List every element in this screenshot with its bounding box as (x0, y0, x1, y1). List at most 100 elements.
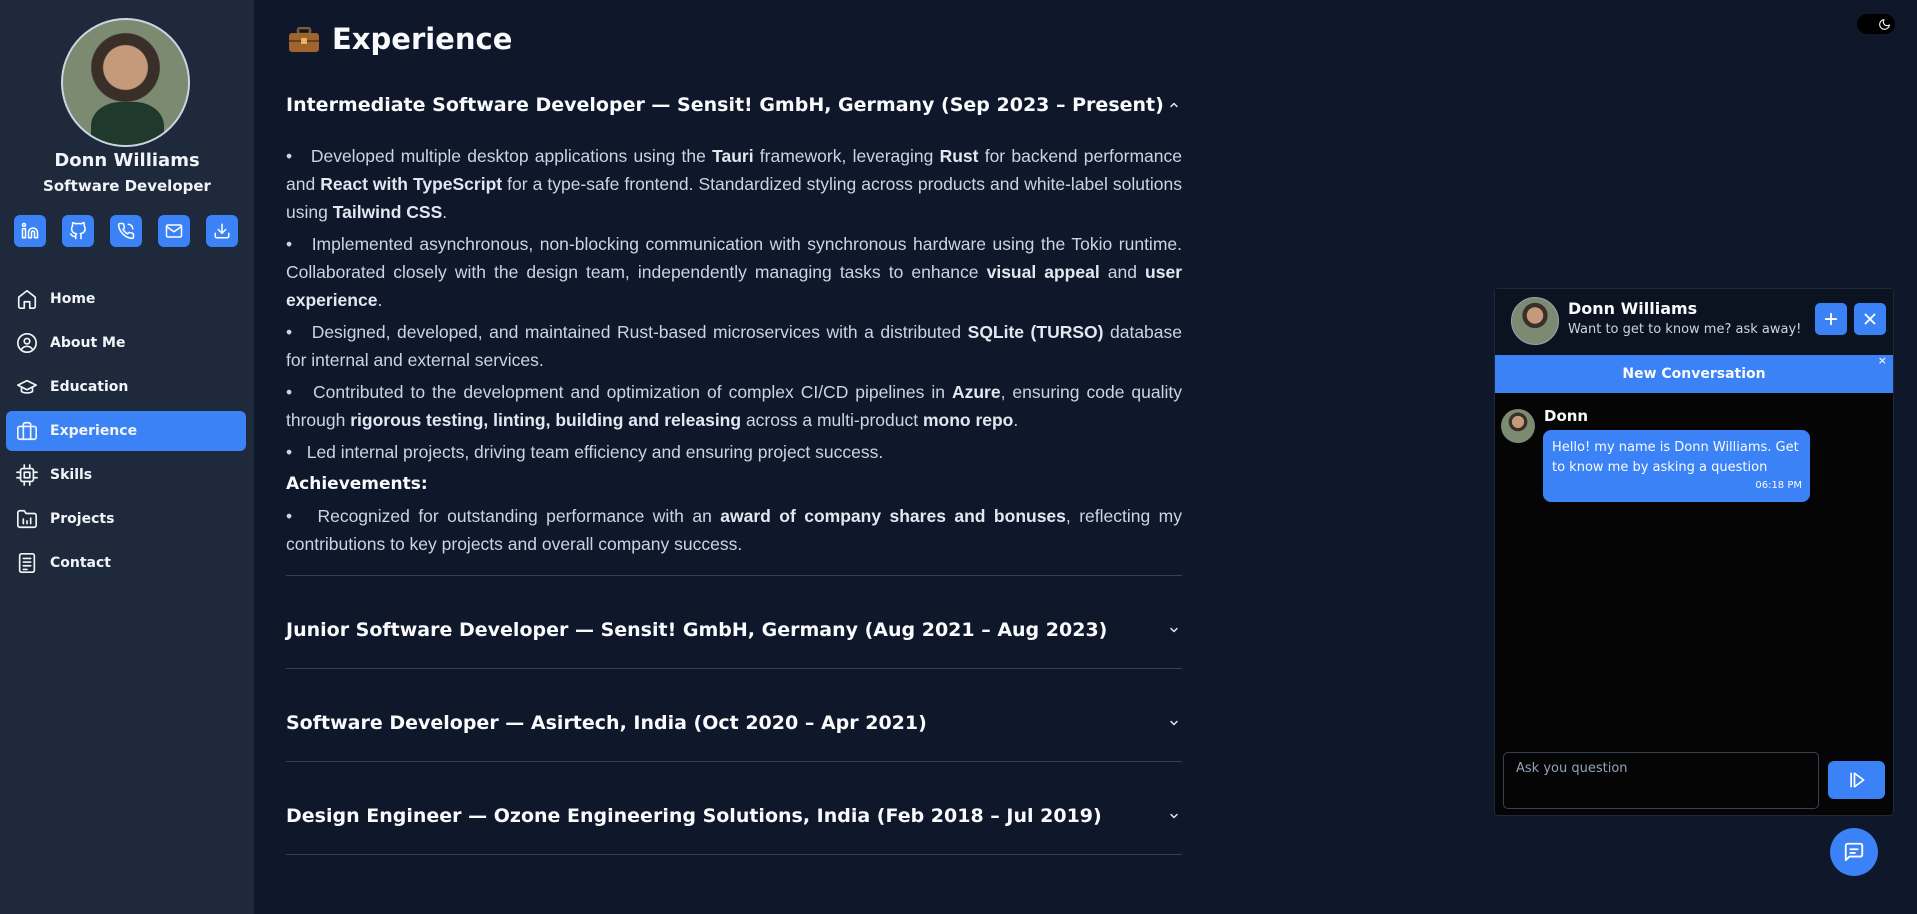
sidebar-nav: Home About Me Education Experience Skill… (6, 279, 246, 587)
sidebar-item-home[interactable]: Home (6, 279, 246, 319)
sidebar-item-label: Contact (50, 555, 111, 571)
highlight-text: SQLite (TURSO) (967, 322, 1104, 342)
page-title-text: Experience (332, 22, 513, 56)
linkedin-button[interactable] (14, 215, 46, 247)
experience-bullets: • Developed multiple desktop application… (286, 142, 1182, 466)
ask-question-input[interactable] (1503, 752, 1819, 809)
dismiss-banner-button[interactable]: × (1878, 342, 1887, 380)
highlight-text: mono repo (922, 410, 1014, 430)
sidebar-item-label: Skills (50, 467, 93, 483)
experience-bullet: • Developed multiple desktop application… (286, 146, 1183, 222)
avatar (61, 18, 190, 147)
highlight-text: React with TypeScript (320, 174, 503, 194)
experience-header[interactable]: Intermediate Software Developer — Sensit… (286, 94, 1182, 116)
phone-button[interactable] (110, 215, 142, 247)
experience-title: Intermediate Software Developer — Sensit… (286, 94, 1164, 116)
experience-title: Junior Software Developer — Sensit! GmbH… (286, 619, 1108, 641)
sidebar-item-experience[interactable]: Experience (6, 411, 246, 451)
experience-item: Design Engineer — Ozone Engineering Solu… (286, 805, 1182, 827)
experience-details: • Developed multiple desktop application… (286, 142, 1182, 558)
divider (286, 854, 1182, 855)
close-icon (1864, 313, 1876, 325)
document-icon (14, 550, 40, 576)
highlight-text: Tauri (712, 146, 754, 166)
new-conversation-label: New Conversation (1622, 366, 1766, 382)
experience-bullet: • Implemented asynchronous, non-blocking… (286, 234, 1183, 310)
download-icon (214, 223, 230, 239)
experience-header[interactable]: Design Engineer — Ozone Engineering Solu… (286, 805, 1182, 827)
sidebar-item-label: About Me (50, 335, 126, 351)
experience-item: Software Developer — Asirtech, India (Oc… (286, 712, 1182, 734)
send-button[interactable] (1828, 761, 1885, 799)
page-title: Experience (288, 22, 512, 56)
experience-bullet: • Designed, developed, and maintained Ru… (286, 322, 1182, 370)
home-icon (14, 286, 40, 312)
experience-bullet: • Led internal projects, driving team ef… (286, 442, 884, 462)
moon-icon (1879, 18, 1890, 30)
sidebar-item-label: Projects (50, 511, 115, 527)
message-text: Hello! my name is Donn Williams. Get to … (1552, 440, 1799, 475)
user-icon (14, 330, 40, 356)
highlight-text: award of company shares and bonuses (720, 506, 1066, 526)
message-sender: Donn (1544, 407, 1589, 425)
chevron-down-icon[interactable] (1166, 808, 1182, 824)
new-chat-button[interactable] (1815, 303, 1847, 335)
main-content: Experience Intermediate Software Develop… (254, 0, 1254, 914)
sidebar-item-contact[interactable]: Contact (6, 543, 246, 583)
github-button[interactable] (62, 215, 94, 247)
divider (286, 668, 1182, 669)
chat-launcher-button[interactable] (1830, 828, 1878, 876)
experience-title: Design Engineer — Ozone Engineering Solu… (286, 805, 1102, 827)
chat-bubble-icon (1844, 842, 1864, 862)
chat-subtitle: Want to get to know me? ask away! (1568, 322, 1802, 337)
sidebar-item-about-me[interactable]: About Me (6, 323, 246, 363)
sidebar-item-label: Experience (50, 423, 138, 439)
plus-icon (1824, 312, 1838, 326)
download-cv-button[interactable] (206, 215, 238, 247)
chip-icon (14, 462, 40, 488)
achievement-bullet: • Recognized for outstanding performance… (286, 506, 1182, 554)
new-conversation-banner: New Conversation × (1495, 354, 1893, 393)
divider (286, 761, 1182, 762)
chat-header: Donn Williams Want to get to know me? as… (1495, 289, 1893, 355)
sidebar-item-projects[interactable]: Projects (6, 499, 246, 539)
sidebar-item-label: Home (50, 291, 96, 307)
send-icon (1849, 772, 1864, 788)
experience-header[interactable]: Software Developer — Asirtech, India (Oc… (286, 712, 1182, 734)
highlight-text: visual appeal (986, 262, 1100, 282)
chevron-up-icon[interactable] (1166, 97, 1182, 113)
mail-icon (165, 224, 183, 238)
chat-widget: Donn Williams Want to get to know me? as… (1494, 288, 1894, 816)
experience-bullet: • Contributed to the development and opt… (286, 382, 1182, 430)
message-avatar (1501, 409, 1535, 443)
close-chat-button[interactable] (1854, 303, 1886, 335)
mail-button[interactable] (158, 215, 190, 247)
highlight-text: Rust (939, 146, 979, 166)
sidebar-item-education[interactable]: Education (6, 367, 246, 407)
theme-toggle[interactable] (1857, 14, 1895, 34)
profile-name: Donn Williams (54, 150, 200, 171)
chevron-down-icon[interactable] (1166, 715, 1182, 731)
chevron-down-icon[interactable] (1166, 622, 1182, 638)
experience-header[interactable]: Junior Software Developer — Sensit! GmbH… (286, 619, 1182, 641)
experience-item: Intermediate Software Developer — Sensit… (286, 94, 1182, 562)
linkedin-icon (21, 222, 39, 239)
briefcase-icon (14, 418, 40, 444)
sidebar-item-skills[interactable]: Skills (6, 455, 246, 495)
folder-icon (14, 506, 40, 532)
social-links (14, 215, 238, 247)
highlight-text: Tailwind CSS (332, 202, 443, 222)
chat-title: Donn Williams (1568, 299, 1698, 318)
briefcase-emoji-icon (288, 26, 320, 52)
github-icon (69, 222, 86, 240)
experience-title: Software Developer — Asirtech, India (Oc… (286, 712, 927, 734)
experience-item: Junior Software Developer — Sensit! GmbH… (286, 619, 1182, 641)
highlight-text: rigorous testing, linting, building and … (350, 410, 742, 430)
message-bubble: Hello! my name is Donn Williams. Get to … (1543, 430, 1810, 502)
message-time: 06:18 PM (1755, 480, 1802, 491)
phone-icon (117, 222, 135, 240)
chat-avatar (1511, 297, 1559, 345)
graduation-cap-icon (14, 374, 40, 400)
divider (286, 575, 1182, 576)
sidebar-item-label: Education (50, 379, 129, 395)
